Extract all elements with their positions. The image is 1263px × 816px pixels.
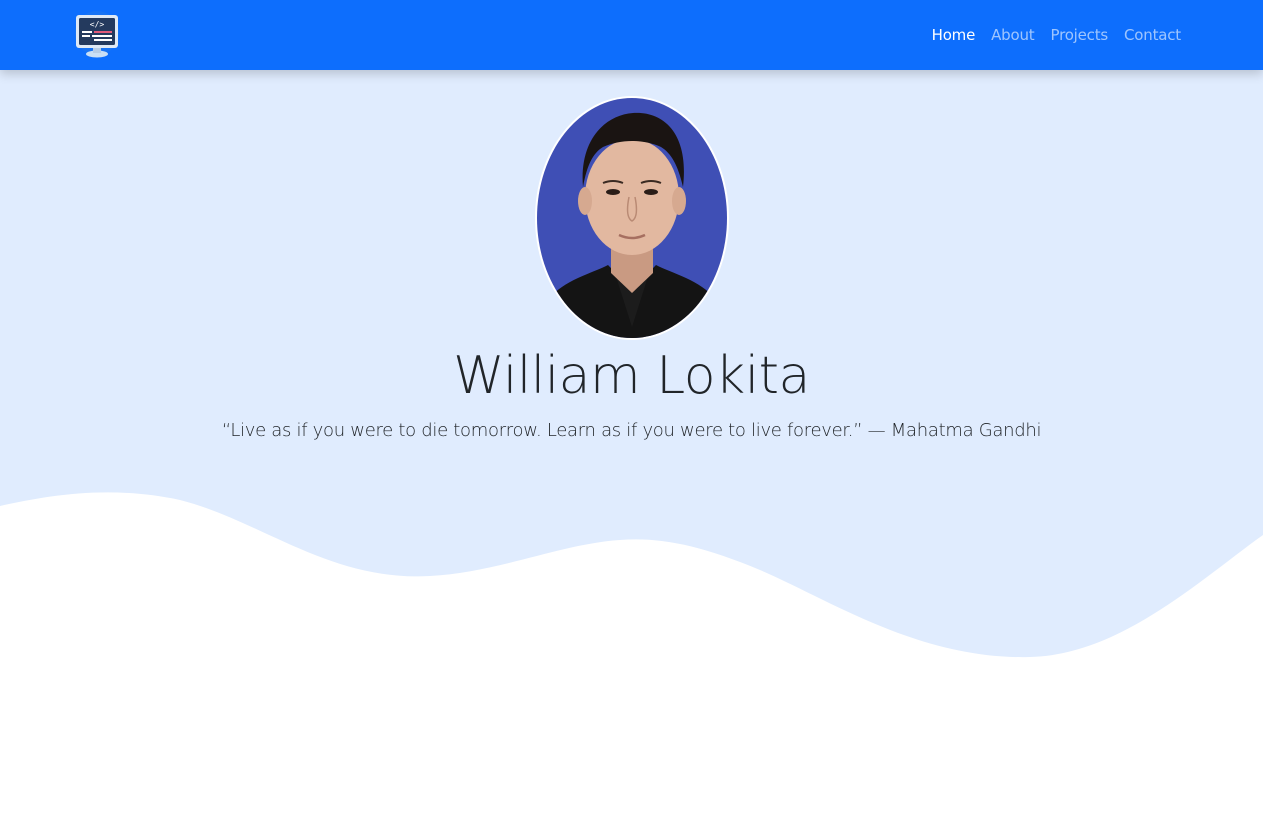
monitor-code-icon[interactable]: </> <box>74 11 120 59</box>
nav-links: Home About Projects Contact <box>932 0 1182 70</box>
nav-link-about[interactable]: About <box>991 26 1035 44</box>
hero-quote: “Live as if you were to die tomorrow. Le… <box>221 420 1042 441</box>
hero-name: William Lokita <box>453 346 810 406</box>
profile-photo <box>535 96 729 340</box>
svg-text:</>: </> <box>90 20 105 29</box>
hero-section: William Lokita “Live as if you were to d… <box>0 0 1263 816</box>
navbar: </> Home About Projects Contact <box>0 0 1263 70</box>
nav-link-contact[interactable]: Contact <box>1124 26 1181 44</box>
nav-link-projects[interactable]: Projects <box>1050 26 1108 44</box>
nav-link-home[interactable]: Home <box>932 26 976 44</box>
